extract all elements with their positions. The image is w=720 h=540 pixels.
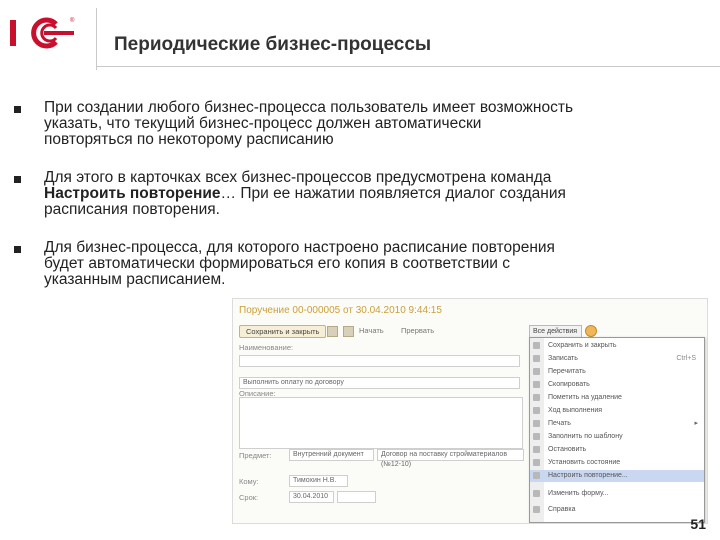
help-icon[interactable] <box>585 325 597 337</box>
menu-item-shortcut: Ctrl+S <box>676 355 696 362</box>
page-number: 51 <box>690 516 706 532</box>
topic-field[interactable]: Выполнить оплату по договору <box>239 377 520 389</box>
due-label: Срок: <box>239 493 259 502</box>
menu-item[interactable]: Ход выполнения <box>530 405 704 417</box>
form-screenshot: Поручение 00-000005 от 30.04.2010 9:44:1… <box>232 298 708 524</box>
start-button[interactable]: Начать <box>359 326 384 335</box>
bullet-item: При создании любого бизнес-процесса поль… <box>14 100 574 148</box>
due-time-field[interactable] <box>337 491 376 503</box>
header-divider-vertical <box>96 8 97 70</box>
print-icon[interactable] <box>343 326 354 337</box>
subject-value-field[interactable]: Договор на поставку стройматериалов (№12… <box>377 449 524 468</box>
menu-item-icon <box>533 490 540 497</box>
1c-logo: ® <box>10 17 75 49</box>
bullet-marker-icon <box>14 106 21 113</box>
bullet-text: Для этого в карточках всех бизнес-процес… <box>44 169 552 186</box>
menu-item-label: Сохранить и закрыть <box>548 342 617 349</box>
menu-item-icon <box>533 342 540 349</box>
menu-item-label: Установить состояние <box>548 459 621 466</box>
menu-item-icon <box>533 381 540 388</box>
bullet-marker-icon <box>14 246 21 253</box>
menu-item[interactable]: Остановить <box>530 444 704 456</box>
menu-item[interactable]: Записать Ctrl+S <box>530 353 704 365</box>
menu-item-icon <box>533 394 540 401</box>
menu-item-configure-repeat[interactable]: Настроить повторение... <box>530 470 704 482</box>
subject-type-field[interactable]: Внутренний документ <box>289 449 374 461</box>
header-divider-horizontal <box>96 66 720 67</box>
menu-item-label: Настроить повторение... <box>548 472 628 479</box>
svg-text:®: ® <box>70 17 75 24</box>
bullet-text: При создании любого бизнес-процесса поль… <box>44 99 574 148</box>
menu-item-label: Остановить <box>548 446 587 453</box>
menu-item[interactable]: Установить состояние <box>530 457 704 469</box>
subject-label: Предмет: <box>239 451 272 460</box>
menu-item-label: Заполнить по шаблону <box>548 433 623 440</box>
menu-item[interactable]: Скопировать <box>530 379 704 391</box>
bullet-item: Для бизнес-процесса, для которого настро… <box>14 240 574 288</box>
menu-item-label: Записать <box>548 355 578 362</box>
bullet-text: Для бизнес-процесса, для которого настро… <box>44 239 555 288</box>
stop-button[interactable]: Прервать <box>401 326 434 335</box>
menu-item-label: Ход выполнения <box>548 407 603 414</box>
due-date-field[interactable]: 30.04.2010 <box>289 491 334 503</box>
menu-item-label: Изменить форму... <box>548 490 609 497</box>
menu-item[interactable]: Заполнить по шаблону <box>530 431 704 443</box>
name-label: Наименование: <box>239 343 294 352</box>
bullet-item: Для этого в карточках всех бизнес-процес… <box>14 170 574 218</box>
form-title: Поручение 00-000005 от 30.04.2010 9:44:1… <box>239 305 442 316</box>
menu-item-label: Скопировать <box>548 381 590 388</box>
menu-item-label: Справка <box>548 506 576 513</box>
bullet-marker-icon <box>14 176 21 183</box>
menu-item-icon <box>533 355 540 362</box>
save-close-button[interactable]: Сохранить и закрыть <box>239 325 327 338</box>
menu-item-icon <box>533 472 540 479</box>
help-menu-icon <box>533 506 540 513</box>
menu-item[interactable]: Изменить форму... <box>530 488 704 500</box>
menu-item-icon <box>533 433 540 440</box>
all-actions-menu: Сохранить и закрыть Записать Ctrl+S Переч… <box>529 337 705 523</box>
slide-title: Периодические бизнес-процессы <box>114 34 432 55</box>
who-label: Кому: <box>239 477 259 486</box>
menu-item-icon <box>533 420 540 427</box>
menu-item[interactable]: Справка <box>530 504 704 516</box>
submenu-arrow-icon: ▸ <box>694 420 698 427</box>
menu-item-label: Пометить на удаление <box>548 394 622 401</box>
menu-item-label: Печать <box>548 420 571 427</box>
menu-item-icon <box>533 446 540 453</box>
menu-item[interactable]: Пометить на удаление <box>530 392 704 404</box>
save-icon[interactable] <box>327 326 338 337</box>
menu-item-label: Перечитать <box>548 368 586 375</box>
name-field[interactable] <box>239 355 520 367</box>
menu-item[interactable]: Печать ▸ <box>530 418 704 430</box>
who-field[interactable]: Тимохин Н.В. <box>289 475 348 487</box>
description-area[interactable] <box>239 397 523 449</box>
menu-item[interactable]: Перечитать <box>530 366 704 378</box>
menu-item[interactable]: Сохранить и закрыть <box>530 340 704 352</box>
menu-item-icon <box>533 407 540 414</box>
menu-item-icon <box>533 459 540 466</box>
bullet-bold-command: Настроить повторение <box>44 185 221 202</box>
bullet-list: При создании любого бизнес-процесса поль… <box>14 100 574 310</box>
menu-item-icon <box>533 368 540 375</box>
